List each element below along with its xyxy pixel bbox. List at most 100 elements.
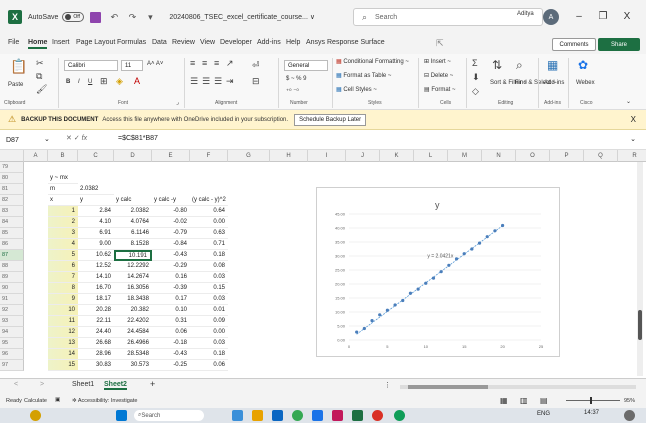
cut-icon[interactable]: ✂ [36, 58, 44, 69]
chart-point[interactable] [501, 223, 505, 228]
table-cell[interactable]: -0.43 [152, 349, 190, 360]
column-header-k[interactable]: K [380, 150, 414, 162]
app-icon[interactable] [232, 410, 243, 421]
table-cell[interactable]: 0.03 [190, 294, 228, 305]
weather-icon[interactable] [30, 410, 41, 421]
table-cell[interactable]: 0.16 [152, 272, 190, 283]
chart-point[interactable] [485, 235, 489, 239]
macro-record-icon[interactable]: ▣ [55, 397, 60, 403]
table-cell[interactable]: 6.1146 [114, 228, 152, 239]
cell-label-m[interactable]: m [48, 184, 78, 195]
table-cell[interactable]: 14.2674 [114, 272, 152, 283]
next-sheet-icon[interactable]: > [40, 381, 44, 388]
customize-toolbar-icon[interactable]: ▾ [143, 10, 157, 24]
table-cell[interactable]: 2.0382 [114, 206, 152, 217]
status-calculate[interactable]: Calculate [24, 398, 47, 404]
row-header-94[interactable]: 94 [0, 327, 24, 338]
insert-cells-button[interactable]: ⊞ Insert ~ [424, 58, 451, 65]
font-size-select[interactable]: 11 [121, 60, 143, 71]
table-cell[interactable]: 6 [48, 261, 78, 272]
app-icon[interactable] [272, 410, 283, 421]
tab-help[interactable]: Help [286, 39, 300, 46]
row-header-90[interactable]: 90 [0, 283, 24, 294]
table-cell[interactable]: 26.4966 [114, 338, 152, 349]
table-cell[interactable]: 20.28 [78, 305, 114, 316]
restore-button[interactable]: ❐ [596, 9, 610, 23]
fill-color-icon[interactable]: ◈ [116, 76, 123, 87]
table-cell[interactable]: 0.63 [190, 228, 228, 239]
table-cell[interactable]: 22.4202 [114, 316, 152, 327]
language-indicator[interactable]: ENG [537, 411, 550, 417]
select-all-corner[interactable] [0, 150, 24, 162]
row-header-96[interactable]: 96 [0, 349, 24, 360]
chart-point[interactable] [401, 298, 405, 303]
format-painter-icon[interactable]: 🖌 [36, 84, 47, 95]
orientation-icon[interactable]: ↗ [226, 58, 234, 69]
chart-point[interactable] [362, 326, 366, 331]
chart-point[interactable] [385, 308, 389, 312]
column-title-cell[interactable]: y calc -y [152, 195, 190, 206]
align-right-icon[interactable]: ☰ [214, 76, 222, 87]
scrollbar-thumb[interactable] [408, 385, 488, 389]
table-cell[interactable]: 14 [48, 349, 78, 360]
column-header-r[interactable]: R [618, 150, 646, 162]
table-cell[interactable]: 30.573 [114, 360, 152, 371]
table-cell[interactable]: 7 [48, 272, 78, 283]
chart-point[interactable] [447, 263, 451, 267]
page-break-view-icon[interactable]: ▤ [540, 396, 548, 405]
column-header-m[interactable]: M [448, 150, 482, 162]
minimize-button[interactable]: – [572, 9, 586, 23]
app-icon[interactable] [292, 410, 303, 421]
table-cell[interactable]: 4 [48, 239, 78, 250]
row-header-97[interactable]: 97 [0, 360, 24, 371]
sheet-tab-sheet2[interactable]: Sheet2 [104, 381, 127, 390]
zoom-slider-thumb[interactable] [590, 397, 592, 404]
table-cell[interactable]: 28.5348 [114, 349, 152, 360]
chart-point[interactable] [393, 303, 397, 307]
indent-icon[interactable]: ⇥ [226, 76, 234, 87]
prev-sheet-icon[interactable]: < [14, 381, 18, 388]
row-header-89[interactable]: 89 [0, 272, 24, 283]
save-icon[interactable] [90, 11, 102, 23]
table-cell[interactable]: 8.1528 [114, 239, 152, 250]
row-header-86[interactable]: 86 [0, 239, 24, 250]
app-icon[interactable] [394, 410, 405, 421]
tab-add-ins[interactable]: Add-ins [257, 39, 281, 46]
autosave-toggle[interactable]: Off [62, 12, 85, 22]
sort-filter-icon[interactable]: ⇅ [492, 58, 502, 72]
align-middle-icon[interactable]: ≡ [202, 58, 207, 68]
delete-cells-button[interactable]: ⊟ Delete ~ [424, 72, 453, 79]
chart-point[interactable] [493, 229, 497, 233]
column-header-f[interactable]: F [190, 150, 228, 162]
table-cell[interactable]: 24.4584 [114, 327, 152, 338]
column-header-e[interactable]: E [152, 150, 190, 162]
table-cell[interactable]: -0.39 [152, 283, 190, 294]
table-cell[interactable]: 9 [48, 294, 78, 305]
format-cells-button[interactable]: ▤ Format ~ [424, 86, 456, 93]
table-cell[interactable]: 0.31 [152, 316, 190, 327]
table-cell[interactable]: 2 [48, 217, 78, 228]
wrap-text-icon[interactable]: ⏎ [252, 60, 260, 71]
column-header-o[interactable]: O [516, 150, 550, 162]
align-left-icon[interactable]: ☰ [190, 76, 198, 87]
row-header-84[interactable]: 84 [0, 217, 24, 228]
table-cell[interactable]: 16.70 [78, 283, 114, 294]
table-cell[interactable]: 24.40 [78, 327, 114, 338]
table-cell[interactable]: 30.83 [78, 360, 114, 371]
document-filename[interactable]: 20240806_TSEC_excel_certificate_course..… [169, 13, 315, 21]
column-title-cell[interactable]: y calc [114, 195, 152, 206]
fx-icon[interactable]: fx [82, 135, 87, 142]
tab-data[interactable]: Data [152, 39, 167, 46]
table-cell[interactable]: 4.0764 [114, 217, 152, 228]
grow-font-button[interactable]: A˄ A˅ [147, 61, 163, 67]
column-header-c[interactable]: C [78, 150, 114, 162]
column-title-cell[interactable]: x [48, 195, 78, 206]
column-header-h[interactable]: H [270, 150, 308, 162]
column-header-n[interactable]: N [482, 150, 516, 162]
table-cell[interactable]: 0.17 [152, 294, 190, 305]
table-cell[interactable]: 0.71 [190, 239, 228, 250]
tabs-options-icon[interactable]: ⋮ [384, 381, 391, 389]
font-color-icon[interactable]: A [134, 76, 140, 86]
table-cell[interactable]: 0.06 [190, 360, 228, 371]
tab-view[interactable]: View [200, 39, 215, 46]
